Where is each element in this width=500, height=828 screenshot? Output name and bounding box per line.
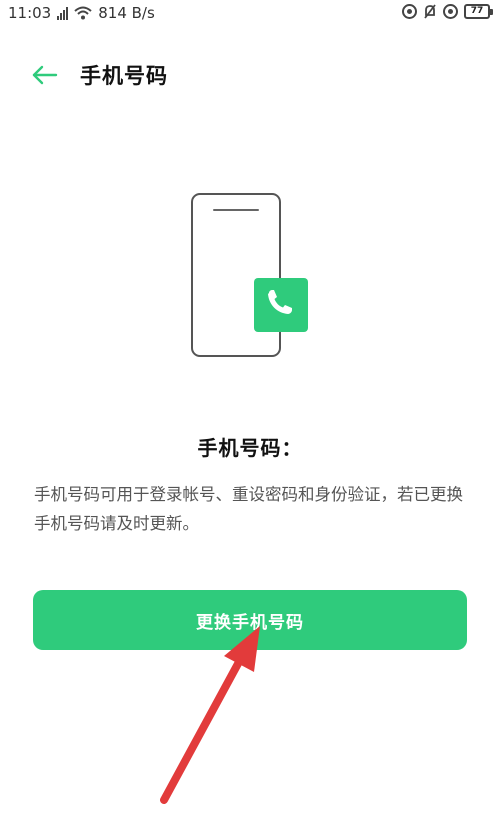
status-bar: 11:03 814 B/s 77 bbox=[0, 0, 500, 28]
annotation-arrow bbox=[160, 626, 260, 804]
app-status-icon bbox=[402, 4, 417, 19]
section-heading: 手机号码： bbox=[197, 436, 303, 460]
wifi-icon bbox=[74, 6, 92, 20]
settings-status-icon bbox=[443, 4, 458, 19]
bell-muted-icon bbox=[424, 4, 436, 19]
cellular-signal-icon bbox=[57, 6, 69, 20]
status-time: 11:03 bbox=[8, 4, 52, 22]
battery-icon: 77 bbox=[464, 4, 493, 19]
description-text: 手机号码可用于登录帐号、重设密码和身份验证，若已更换手机号码请及时更新。 bbox=[34, 485, 463, 533]
back-button[interactable] bbox=[26, 58, 62, 92]
phone-illustration bbox=[191, 193, 308, 357]
arrow-left-icon bbox=[32, 65, 58, 85]
network-speed: 814 B/s bbox=[98, 4, 155, 22]
phone-call-icon bbox=[254, 278, 308, 332]
page-title: 手机号码 bbox=[80, 64, 168, 88]
